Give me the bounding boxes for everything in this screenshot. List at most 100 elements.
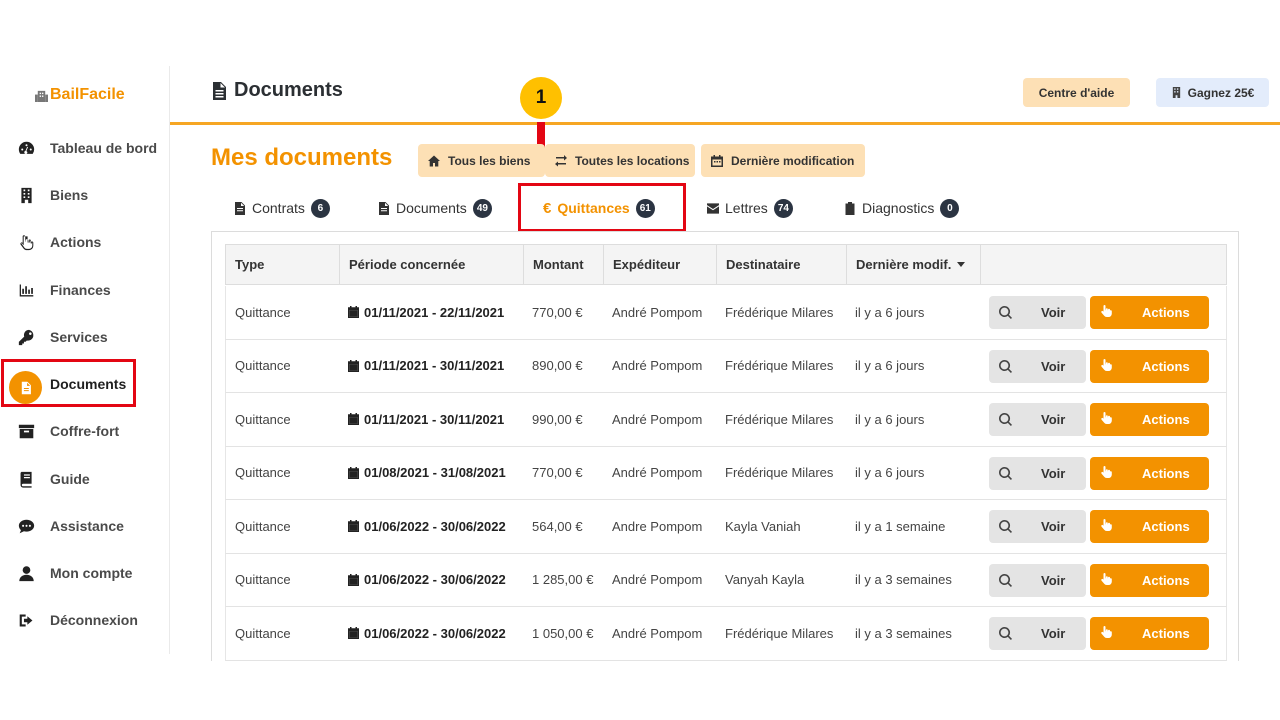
cell-type: Quittance [235, 411, 291, 427]
pointing-hand-icon [1101, 572, 1112, 585]
period-text: 01/11/2021 - 30/11/2021 [364, 358, 505, 374]
cell-type: Quittance [235, 518, 291, 534]
building-icon [1172, 87, 1180, 98]
page-title: Documents [234, 79, 343, 101]
cell-period: 01/11/2021 - 30/11/2021 [339, 340, 504, 393]
cell-type: Quittance [235, 625, 291, 641]
sidebar-item-assistance[interactable]: Assistance [0, 506, 170, 546]
actions-button[interactable]: Actions [1090, 403, 1209, 436]
sidebar-item-label: Actions [50, 234, 102, 250]
tab-label: Diagnostics [862, 200, 935, 216]
page-header: Documents [212, 79, 343, 102]
search-icon [999, 520, 1012, 533]
column-header-amount[interactable]: Montant [523, 245, 603, 284]
period-text: 01/06/2022 - 30/06/2022 [364, 518, 506, 534]
key-icon [17, 328, 35, 346]
cell-type: Quittance [235, 465, 291, 481]
column-header-actions [980, 245, 1226, 284]
sidebar-item-guide[interactable]: Guide [0, 459, 170, 499]
sidebar-item-tableau-de-bord[interactable]: Tableau de bord [0, 128, 170, 168]
tab-label: Lettres [725, 200, 768, 216]
quittances-highlight-box [518, 183, 686, 232]
header-divider [170, 122, 1280, 125]
tab-label: Contrats [252, 200, 305, 216]
view-button[interactable]: Voir [989, 403, 1086, 436]
column-header-recipient[interactable]: Destinataire [716, 245, 846, 284]
cell-amount: 1 285,00 € [532, 572, 594, 588]
table-row: Quittance 01/06/2022 - 30/06/2022 1 050,00… [225, 607, 1227, 661]
brand-logo[interactable]: BailFacile [35, 86, 125, 104]
tab-contrats[interactable]: Contrats 6 [234, 197, 330, 219]
sidebar-item-finances[interactable]: Finances [0, 270, 170, 310]
help-center-button[interactable]: Centre d'aide [1023, 78, 1130, 107]
calendar-icon [348, 306, 359, 319]
sidebar-item-label: Finances [50, 282, 111, 298]
pointing-hand-icon [1101, 519, 1112, 531]
filter-last-modified-button[interactable]: Dernière modification [701, 144, 865, 177]
view-label: Voir [1041, 519, 1066, 534]
cell-period: 01/06/2022 - 30/06/2022 [339, 607, 506, 660]
building-icon [17, 186, 35, 204]
table-row: Quittance 01/06/2022 - 30/06/2022 1 285,00… [225, 553, 1227, 607]
book-icon [17, 470, 35, 488]
actions-label: Actions [1142, 626, 1190, 641]
referral-button[interactable]: Gagnez 25€ [1156, 78, 1269, 107]
column-header-sender[interactable]: Expéditeur [603, 245, 716, 284]
archive-box-icon [17, 422, 35, 440]
cell-recipient: Vanyah Kayla [725, 572, 805, 588]
view-button[interactable]: Voir [989, 563, 1086, 597]
actions-label: Actions [1142, 305, 1190, 320]
user-icon [17, 564, 35, 582]
sidebar-item-services[interactable]: Services [0, 317, 170, 357]
view-button[interactable]: Voir [989, 456, 1086, 490]
tab-documents[interactable]: Documents 49 [378, 197, 492, 219]
view-button[interactable]: Voir [989, 617, 1086, 650]
filter-label: Dernière modification [731, 153, 855, 168]
actions-button[interactable]: Actions [1090, 510, 1209, 543]
tab-diagnostics[interactable]: Diagnostics 0 [844, 197, 960, 219]
actions-button[interactable]: Actions [1090, 617, 1209, 650]
sidebar-item-coffre-fort[interactable]: Coffre-fort [0, 411, 170, 451]
filter-rentals-button[interactable]: Toutes les locations [545, 144, 695, 177]
referral-label: Gagnez 25€ [1187, 85, 1255, 100]
view-label: Voir [1041, 572, 1066, 588]
sidebar-item-mon-compte[interactable]: Mon compte [0, 553, 170, 593]
chat-bubble-icon [17, 517, 35, 535]
cell-amount: 770,00 € [532, 465, 583, 481]
sidebar-item-label: Déconnexion [50, 612, 138, 628]
cell-recipient: Frédérique Milares [725, 465, 834, 481]
column-header-period[interactable]: Période concernée [339, 245, 523, 284]
actions-button[interactable]: Actions [1090, 456, 1209, 490]
sidebar-item-deconnexion[interactable]: Déconnexion [0, 600, 170, 640]
pointing-hand-icon [1101, 358, 1112, 371]
cell-type: Quittance [235, 572, 291, 588]
pointing-hand-icon [1101, 626, 1112, 638]
cell-recipient: Frédérique Milares [725, 304, 834, 320]
view-button[interactable]: Voir [989, 510, 1086, 543]
cell-recipient: Frédérique Milares [725, 411, 834, 427]
calendar-icon [711, 154, 723, 167]
actions-label: Actions [1142, 519, 1190, 534]
actions-button[interactable]: Actions [1090, 349, 1209, 383]
pointing-hand-icon [1101, 465, 1112, 478]
tab-lettres[interactable]: Lettres 74 [707, 197, 793, 219]
cell-sender: André Pompom [612, 411, 703, 427]
pointing-hand-icon [1101, 412, 1112, 424]
column-header-last-modified[interactable]: Dernière modif. [846, 245, 980, 284]
cell-last-modified: il y a 1 semaine [855, 518, 946, 534]
sidebar-item-biens[interactable]: Biens [0, 175, 170, 215]
calendar-icon [348, 466, 359, 479]
column-header-type[interactable]: Type [226, 245, 339, 284]
view-button[interactable]: Voir [989, 349, 1086, 383]
actions-button[interactable]: Actions [1090, 563, 1209, 597]
filter-properties-button[interactable]: Tous les biens [418, 144, 545, 177]
documents-highlight-box [1, 359, 136, 407]
cell-period: 01/06/2022 - 30/06/2022 [339, 554, 506, 607]
view-button[interactable]: Voir [989, 296, 1086, 329]
cell-recipient: Kayla Vaniah [725, 518, 801, 534]
actions-label: Actions [1142, 358, 1190, 374]
cell-period: 01/06/2022 - 30/06/2022 [339, 500, 506, 553]
sidebar-item-actions[interactable]: Actions [0, 222, 170, 262]
view-label: Voir [1041, 412, 1066, 427]
actions-button[interactable]: Actions [1090, 296, 1209, 329]
